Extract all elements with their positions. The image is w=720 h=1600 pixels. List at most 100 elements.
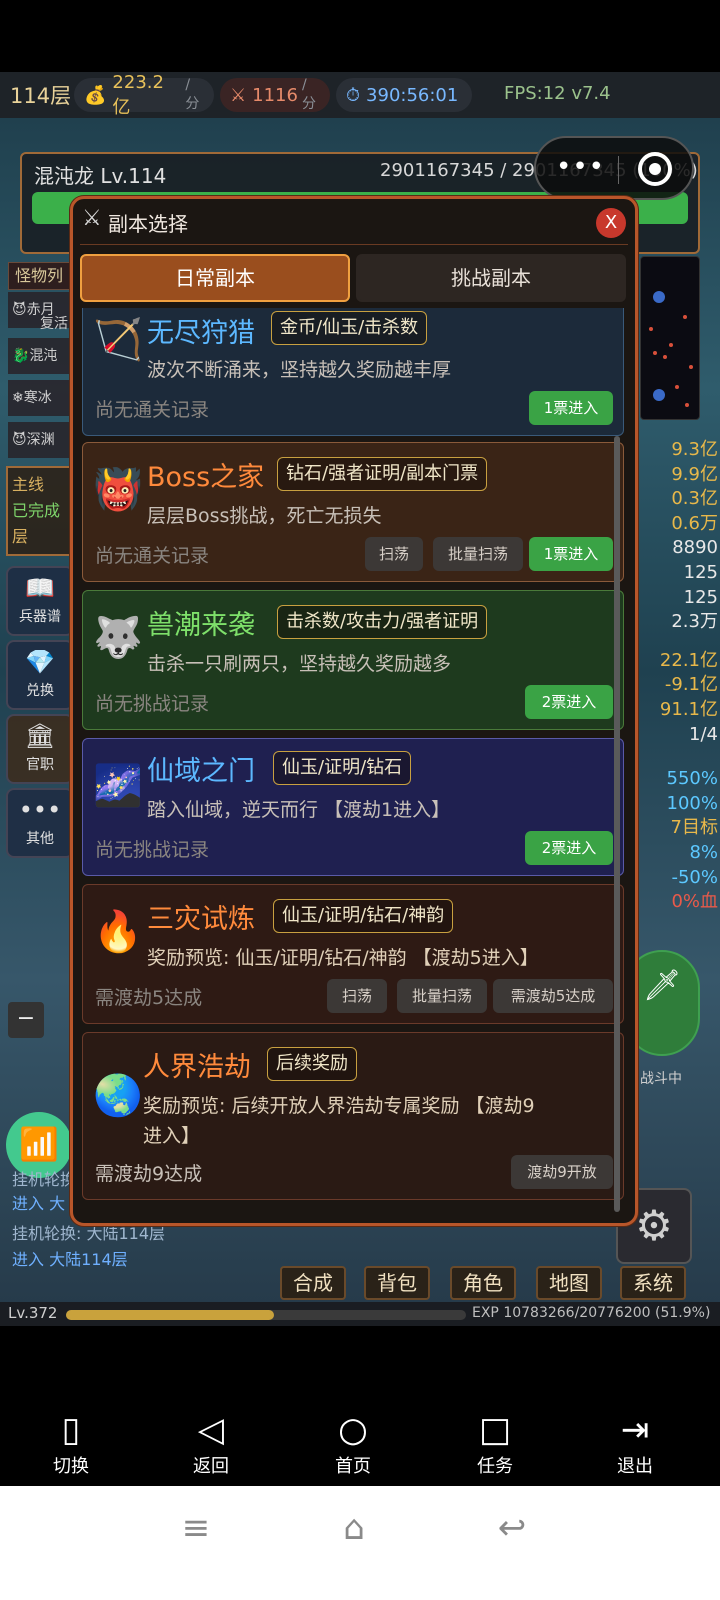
rank-button[interactable]: 🏛 官职 — [6, 714, 74, 784]
stat-value: 8% — [689, 841, 718, 863]
nav-home[interactable]: ○ 首页 — [308, 1408, 398, 1478]
log-line: 进入 大 — [12, 1194, 66, 1213]
enter-button[interactable]: 2票进入 — [525, 831, 613, 865]
wolf-icon: 🐺 — [93, 615, 143, 661]
gold-rate: 💰 223.2亿/分 — [74, 72, 214, 118]
main-quest-title: 主线 — [12, 475, 45, 494]
diamond-icon: 💎 — [25, 648, 55, 676]
sweep-button[interactable]: 扫荡 — [327, 979, 387, 1013]
stat-value: -50% — [671, 866, 718, 888]
reward-tag: 后续奖励 — [267, 1047, 357, 1081]
stopwatch-icon: ⏱ — [346, 84, 361, 106]
back-arrow-icon[interactable]: ↩ — [482, 1508, 542, 1548]
batch-sweep-button[interactable]: 批量扫荡 — [433, 537, 523, 571]
particles-graphic — [649, 291, 693, 407]
switch-device-icon: ▯ — [61, 1410, 81, 1450]
more-dots-icon: ••• — [18, 796, 62, 824]
dungeon-card-immortal-gate: 🌌 仙域之门 仙玉/证明/钻石 踏入仙域，逆天而行 【渡劫1进入】 尚无挑战记录… — [82, 738, 624, 876]
globe-icon: 🌏 — [93, 1073, 143, 1119]
list-scrollbar[interactable] — [614, 436, 620, 1212]
dialog-title: 副本选择 — [108, 212, 188, 236]
dungeon-description: 波次不断涌来，坚持越久奖励越丰厚 — [147, 359, 452, 381]
dungeon-title: 人界浩劫 — [143, 1052, 251, 1083]
enter-button[interactable]: 1票进入 — [529, 391, 613, 425]
exp-fill — [66, 1310, 274, 1320]
stat-value: 1/4 — [689, 723, 718, 745]
weapon-book-button[interactable]: 📖 兵器谱 — [6, 566, 74, 636]
effects-preview — [640, 256, 700, 420]
close-miniapp-icon[interactable] — [638, 152, 672, 186]
enter-button[interactable]: 2票进入 — [525, 685, 613, 719]
stat-value: 0.6万 — [671, 512, 718, 534]
dungeon-title: 三灾试炼 — [147, 904, 255, 935]
snowflake-icon: ❄ — [12, 390, 24, 406]
demon-icon: 😈 — [12, 432, 27, 448]
reward-tag: 仙玉/证明/钻石 — [273, 751, 412, 785]
home-icon[interactable]: ⌂ — [324, 1508, 384, 1548]
dungeon-description: 踏入仙域，逆天而行 【渡劫1进入】 — [147, 799, 451, 821]
tab-challenge-dungeon[interactable]: 挑战副本 — [356, 254, 626, 302]
exchange-button[interactable]: 💎 兑换 — [6, 640, 74, 710]
gear-icon: ⚙ — [635, 1201, 673, 1250]
money-bag-icon: 💰 — [84, 84, 107, 106]
dialog-divider — [80, 244, 628, 245]
stat-value: 22.1亿 — [659, 649, 718, 671]
stat-value: 125 — [683, 561, 718, 583]
batch-sweep-button[interactable]: 批量扫荡 — [397, 979, 487, 1013]
log-line: 进入 大陆114层 — [12, 1250, 128, 1269]
requirement-text: 需渡劫5达成 — [95, 987, 203, 1009]
dock-system-button[interactable]: 系统 — [620, 1266, 686, 1300]
locked-enter-button[interactable]: 渡劫9开放 — [511, 1155, 613, 1189]
sweep-button[interactable]: 扫荡 — [365, 537, 423, 571]
dungeon-card-human-calamity: 🌏 人界浩劫 后续奖励 奖励预览: 后续开放人界浩劫专属奖励 【渡劫9 进入】 … — [82, 1032, 624, 1200]
miniapp-capsule: ••• — [534, 136, 694, 200]
minus-button[interactable]: − — [8, 1002, 44, 1038]
clear-record: 尚无通关记录 — [95, 399, 210, 421]
fire-icon: 🔥 — [93, 909, 143, 955]
nav-switch[interactable]: ▯ 切换 — [26, 1408, 116, 1478]
main-quest-panel[interactable]: 主线 已完成 层 — [6, 466, 74, 556]
stat-value: 0%血 — [671, 891, 718, 913]
dungeon-title: Boss之家 — [147, 462, 265, 493]
dock-character-button[interactable]: 角色 — [450, 1266, 516, 1300]
stat-value: 2.3万 — [671, 611, 718, 633]
monster-row[interactable]: ❄寒冰 — [8, 380, 74, 416]
stat-value: 550% — [666, 768, 718, 790]
close-button[interactable]: X — [596, 208, 626, 238]
bow-arrow-icon: 🏹 — [93, 317, 143, 363]
nav-tasks[interactable]: □ 任务 — [450, 1408, 540, 1478]
monster-row[interactable]: 😈深渊 — [8, 422, 74, 458]
sword-icon: 🗡 — [642, 968, 682, 1003]
tab-daily-dungeon[interactable]: 日常副本 — [80, 254, 350, 302]
enter-button[interactable]: 1票进入 — [529, 537, 613, 571]
dungeon-list[interactable]: 🏹 无尽狩猎 金币/仙玉/击杀数 波次不断涌来，坚持越久奖励越丰厚 尚无通关记录… — [80, 308, 628, 1212]
monster-row[interactable]: 复活 — [8, 310, 74, 338]
dungeon-card-endless-hunt: 🏹 无尽狩猎 金币/仙玉/击杀数 波次不断涌来，坚持越久奖励越丰厚 尚无通关记录… — [82, 308, 624, 436]
attack-rate: ⚔ 1116/分 — [220, 77, 330, 112]
stat-value: 100% — [666, 792, 718, 814]
dungeon-description: 击杀一只刷两只，坚持越久奖励越多 — [147, 653, 452, 675]
reward-tag: 钻石/强者证明/副本门票 — [277, 457, 488, 491]
play-time: ⏱ 390:56:01 — [336, 78, 472, 112]
locked-enter-button[interactable]: 需渡劫5达成 — [493, 979, 613, 1013]
back-icon: ◁ — [197, 1410, 225, 1450]
exit-icon: ⇥ — [620, 1410, 650, 1450]
dungeon-description: 奖励预览: 后续开放人界浩劫专属奖励 【渡劫9 — [143, 1095, 535, 1117]
dock-map-button[interactable]: 地图 — [536, 1266, 602, 1300]
minus-icon: − — [16, 1006, 36, 1031]
more-icon[interactable]: ••• — [556, 152, 605, 182]
tasks-square-icon: □ — [478, 1410, 512, 1450]
nav-back[interactable]: ◁ 返回 — [166, 1408, 256, 1478]
other-button[interactable]: ••• 其他 — [6, 788, 74, 858]
monster-row[interactable]: 🐉混沌 — [8, 338, 74, 374]
menu-icon[interactable]: ≡ — [166, 1508, 226, 1548]
galaxy-icon: 🌌 — [93, 763, 143, 809]
dungeon-card-boss-home: 👹 Boss之家 钻石/强者证明/副本门票 层层Boss挑战，死亡无损失 尚无通… — [82, 442, 624, 582]
fps-label: FPS:12 v7.4 — [504, 83, 611, 104]
dungeon-card-beast-tide: 🐺 兽潮来袭 击杀数/攻击力/强者证明 击杀一只刷两只，坚持越久奖励越多 尚无挑… — [82, 590, 624, 730]
dock-bag-button[interactable]: 背包 — [364, 1266, 430, 1300]
dock-craft-button[interactable]: 合成 — [280, 1266, 346, 1300]
wifi-icon: 📶 — [19, 1125, 59, 1163]
government-building-icon: 🏛 — [24, 722, 56, 750]
nav-exit[interactable]: ⇥ 退出 — [590, 1408, 680, 1478]
